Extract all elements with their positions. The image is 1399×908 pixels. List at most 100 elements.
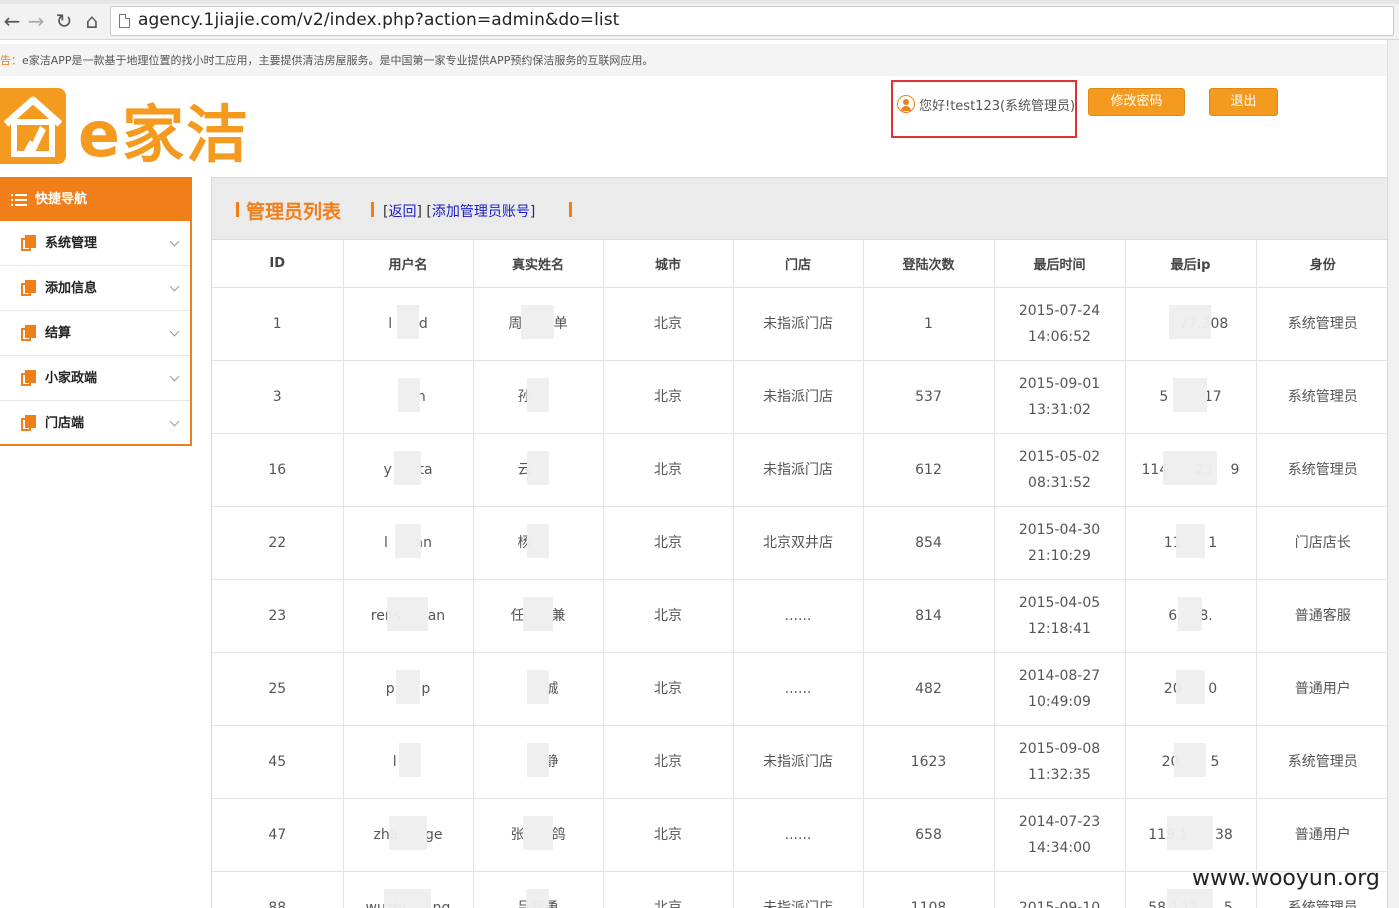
username-cell: y ta — [343, 433, 474, 507]
ip-text: 6 8. — [1168, 596, 1213, 631]
realname-cell: 云 — [473, 433, 604, 507]
store-text: 未指派门店 — [763, 753, 833, 770]
sidebar-item-label: 系统管理 — [45, 236, 98, 251]
id-text: 16 — [268, 461, 287, 478]
realname-cell: 孙 — [473, 360, 604, 434]
role-cell: 普通用户 — [1256, 798, 1387, 872]
chevron-down-icon — [169, 416, 180, 427]
logout-button[interactable]: 退出 — [1209, 88, 1278, 116]
logo-text: e家洁 — [78, 98, 251, 171]
redaction-blur — [1175, 669, 1205, 704]
column-header: 最后时间 — [994, 240, 1126, 288]
sidebar: 快捷导航 系统管理 添加信息 结算 小家政端 门店端 — [0, 177, 192, 446]
redaction-blur — [522, 815, 553, 850]
id-cell: 16 — [212, 433, 344, 507]
realname-text: 诚 — [518, 669, 558, 704]
last-time: 14:06:52 — [1028, 328, 1091, 345]
city-text: 北京 — [654, 607, 682, 624]
id-text: 45 — [268, 753, 287, 770]
redaction-blur — [395, 669, 420, 704]
address-bar[interactable]: agency.1jiajie.com/v2/index.php?action=a… — [110, 6, 1394, 36]
back-link[interactable]: 返回 — [388, 204, 416, 220]
column-header: 最后ip — [1125, 240, 1257, 288]
change-password-button[interactable]: 修改密码 — [1088, 88, 1185, 116]
city-cell: 北京 — [603, 798, 734, 872]
redaction-blur — [396, 304, 419, 339]
role-cell: 系统管理员 — [1256, 433, 1387, 507]
role-text: 普通客服 — [1294, 607, 1351, 624]
page-scrollbar[interactable] — [1387, 40, 1399, 908]
store-text: 北京双井店 — [763, 534, 833, 551]
column-header: 城市 — [603, 240, 734, 288]
table-header-row: ID 用户名 真实姓名 城市 门店 登陆次数 最后时间 最后ip 身份 — [212, 240, 1387, 288]
city-text: 北京 — [654, 534, 682, 551]
logins-text: 537 — [915, 388, 942, 405]
redaction-blur — [1166, 888, 1214, 908]
sidebar-item-store[interactable]: 门店端 — [0, 401, 190, 446]
city-text: 北京 — [654, 826, 682, 843]
sidebar-item-label: 小家政端 — [45, 371, 98, 386]
city-cell: 北京 — [603, 725, 734, 799]
column-header: 登陆次数 — [863, 240, 995, 288]
username-text: y ta — [383, 450, 433, 485]
user-icon — [897, 95, 915, 113]
column-header: 门店 — [733, 240, 864, 288]
forward-arrow-icon[interactable]: → — [24, 9, 48, 33]
sidebar-item-settlement[interactable]: 结算 — [0, 311, 190, 356]
username-text: zha ge — [373, 815, 443, 850]
document-icon — [21, 235, 36, 251]
username-cell: rens an — [343, 579, 474, 653]
reload-icon[interactable]: ↻ — [52, 9, 76, 33]
username-cell: l — [343, 725, 474, 799]
user-greeting: 您好!test123(系统管理员) — [919, 99, 1076, 114]
city-text: 北京 — [654, 388, 682, 405]
username-cell: l an — [343, 506, 474, 580]
ip-text: 77.208 — [1153, 304, 1228, 339]
ip-cell: 6 8. — [1125, 579, 1257, 653]
last-time: 11:32:35 — [1028, 766, 1091, 783]
browser-toolbar: ← → ↻ ⌂ agency.1jiajie.com/v2/index.php?… — [0, 0, 1399, 40]
chevron-down-icon — [169, 236, 180, 247]
logins-text: 1108 — [910, 899, 947, 908]
realname-cell: 吕智勇 — [473, 871, 604, 908]
redaction-blur — [526, 523, 549, 558]
role-text: 系统管理员 — [1287, 315, 1358, 332]
url-text[interactable]: agency.1jiajie.com/v2/index.php?action=a… — [138, 10, 619, 30]
last-date: 2015-09-01 — [1018, 375, 1101, 392]
role-text: 系统管理员 — [1287, 388, 1358, 405]
logins-cell: 612 — [863, 433, 995, 507]
id-cell: 88 — [212, 871, 344, 908]
realname-cell: 诚 — [473, 652, 604, 726]
role-cell: 门店店长 — [1256, 506, 1387, 580]
back-arrow-icon[interactable]: ← — [0, 9, 24, 33]
store-cell: 未指派门店 — [733, 725, 864, 799]
id-cell: 47 — [212, 798, 344, 872]
username-text: rens an — [371, 596, 445, 631]
store-text: 未指派门店 — [763, 315, 833, 332]
logins-text: 854 — [915, 534, 942, 551]
last-time-cell: 2015-07-24 14:06:52 — [994, 287, 1126, 361]
ip-cell: 20 0 — [1125, 652, 1257, 726]
role-text: 系统管理员 — [1287, 461, 1358, 478]
redaction-blur — [526, 669, 549, 704]
sidebar-item-add-info[interactable]: 添加信息 — [0, 266, 190, 311]
sidebar-item-system[interactable]: 系统管理 — [0, 221, 190, 266]
add-admin-link[interactable]: 添加管理员账号 — [432, 204, 530, 220]
sidebar-item-label: 添加信息 — [45, 281, 98, 296]
table-row: 45 l 静 北京 未指派门店 1623 2015-09-08 11:32:35 20. 5 系… — [212, 725, 1387, 799]
last-time: 10:49:09 — [1028, 693, 1091, 710]
realname-text: 孙 — [518, 377, 559, 412]
role-cell: 普通客服 — [1256, 579, 1387, 653]
redaction-blur — [1166, 815, 1214, 850]
city-text: 北京 — [654, 753, 682, 770]
ip-cell: 119.1 38 — [1125, 798, 1257, 872]
admin-list-panel: 管理员列表 [返回] [添加管理员账号] ID 用户名 真实姓名 城市 门店 登… — [211, 177, 1388, 908]
home-icon[interactable]: ⌂ — [80, 9, 104, 33]
sidebar-item-housekeeper[interactable]: 小家政端 — [0, 356, 190, 401]
last-time-cell: 2015-04-05 12:18:41 — [994, 579, 1126, 653]
last-date: 2015-04-30 — [1018, 521, 1101, 538]
store-text: 未指派门店 — [763, 388, 833, 405]
id-cell: 22 — [212, 506, 344, 580]
username-text: l an — [384, 523, 432, 558]
redaction-blur — [398, 377, 421, 412]
